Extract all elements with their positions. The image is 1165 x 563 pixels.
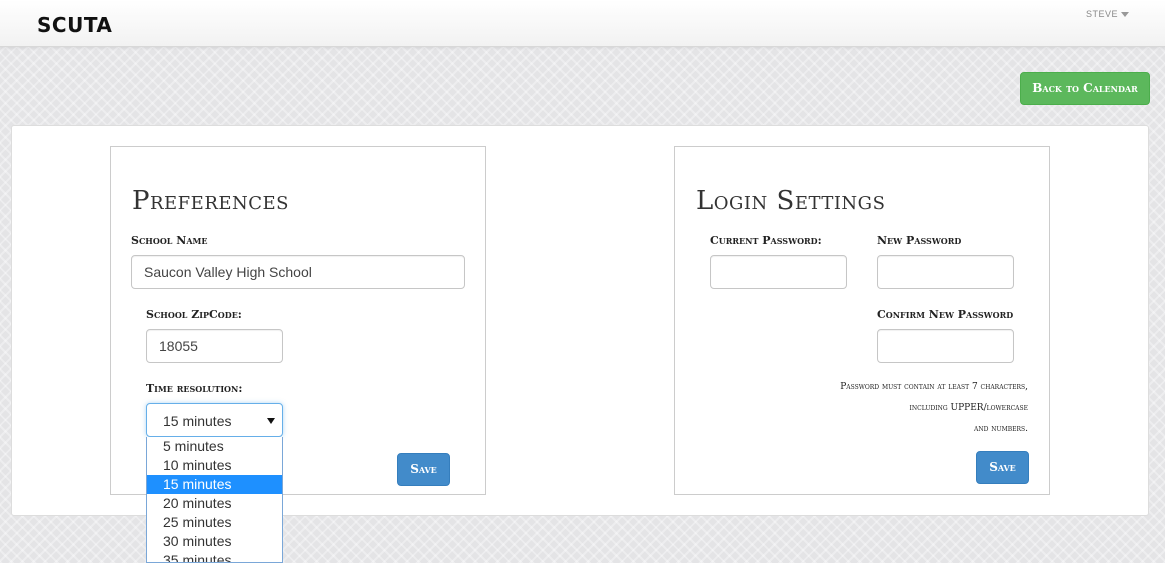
current-password-label: Current Password: — [710, 234, 822, 247]
time-option[interactable]: 10 minutes — [147, 456, 282, 475]
time-resolution-options: 5 minutes 10 minutes 15 minutes 20 minut… — [146, 437, 283, 563]
caret-down-icon — [1121, 12, 1129, 18]
brand-logo[interactable]: SCUTA — [37, 13, 112, 37]
new-password-input[interactable] — [877, 255, 1014, 289]
time-resolution-value: 15 minutes — [163, 413, 232, 429]
time-option[interactable]: 25 minutes — [147, 513, 282, 532]
zip-label: School ZipCode: — [146, 308, 242, 321]
new-password-label: New Password — [877, 234, 962, 247]
school-name-input[interactable] — [131, 255, 465, 289]
confirm-password-label: Confirm New Password — [877, 308, 1014, 321]
password-rule-note: including UPPER/lowercase — [909, 403, 1028, 413]
dropdown-arrow-icon — [267, 418, 275, 424]
confirm-password-input[interactable] — [877, 329, 1014, 363]
login-save-button[interactable]: Save — [976, 451, 1029, 484]
time-option-selected[interactable]: 15 minutes — [147, 475, 282, 494]
login-settings-title: Login Settings — [696, 186, 886, 216]
password-rule-note: Password must contain at least 7 charact… — [840, 382, 1028, 392]
preferences-title: Preferences — [132, 186, 290, 216]
preferences-save-button[interactable]: Save — [397, 453, 450, 486]
time-resolution-label: Time resolution: — [146, 382, 243, 395]
time-option[interactable]: 35 minutes — [147, 551, 282, 562]
time-resolution-select[interactable]: 15 minutes — [146, 403, 283, 437]
school-name-label: School Name — [131, 234, 208, 247]
zip-input[interactable] — [146, 329, 283, 363]
time-option[interactable]: 30 minutes — [147, 532, 282, 551]
time-option[interactable]: 5 minutes — [147, 437, 282, 456]
time-option[interactable]: 20 minutes — [147, 494, 282, 513]
user-name: STEVE — [1085, 9, 1118, 19]
current-password-input[interactable] — [710, 255, 847, 289]
password-rule-note: and numbers. — [974, 424, 1028, 434]
top-navbar: SCUTA STEVE — [0, 0, 1165, 47]
user-menu[interactable]: STEVE — [1086, 9, 1129, 19]
back-to-calendar-button[interactable]: Back to Calendar — [1020, 72, 1150, 105]
